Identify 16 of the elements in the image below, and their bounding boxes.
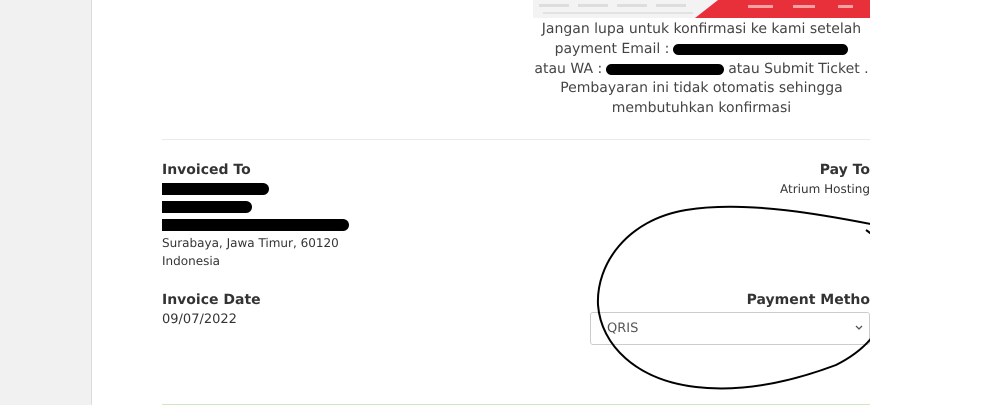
payment-method-select[interactable]: QRIS (590, 312, 870, 345)
pay-to-name: Atrium Hosting (780, 180, 870, 198)
notice-text: payment Email : (554, 40, 670, 59)
notice-text: membutuhkan konfirmasi (612, 99, 792, 118)
pay-to-heading: Pay To (820, 160, 870, 180)
address-line: Surabaya, Jawa Timur, 60120 (162, 234, 339, 252)
chevron-down-icon (855, 325, 863, 332)
invoice-date-heading: Invoice Date (162, 290, 261, 310)
address-line: Indonesia (162, 252, 220, 270)
invoice-date: 09/07/2022 (162, 310, 237, 329)
notice-text: atau Submit Ticket . (728, 60, 869, 79)
invoiced-to-heading: Invoiced To (162, 160, 251, 180)
payment-method-heading: Payment Metho (746, 290, 870, 310)
notice-text: atau WA : (534, 60, 602, 79)
notice-text: Jangan lupa untuk konfirmasi ke kami setelah (542, 20, 862, 39)
notice-text: Pembayaran ini tidak otomatis sehingga (560, 79, 843, 98)
